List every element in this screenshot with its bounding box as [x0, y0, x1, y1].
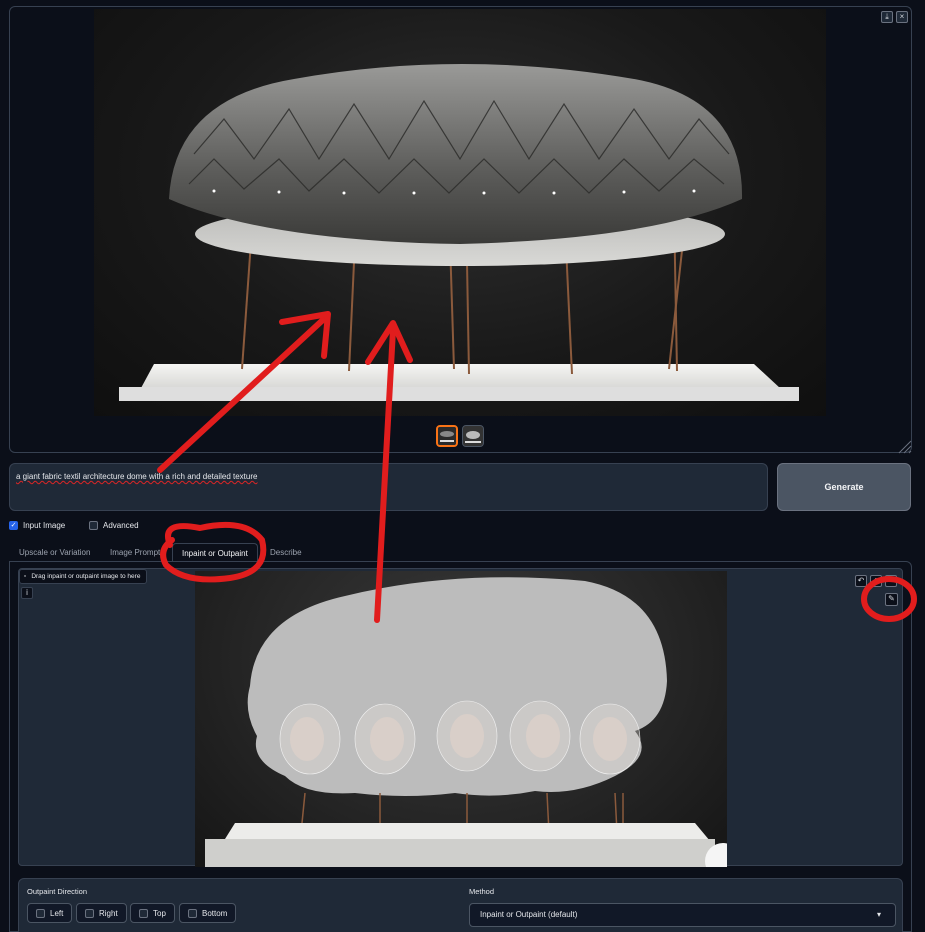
outpaint-bottom-checkbox[interactable]: Bottom — [179, 903, 237, 923]
image-gallery: ⤓ × — [9, 6, 912, 454]
close-icon[interactable]: × — [896, 11, 908, 23]
tab-image-prompt[interactable]: Image Prompt — [101, 543, 169, 562]
download-icon[interactable]: ⤓ — [881, 11, 893, 23]
input-image-label: Input Image — [23, 521, 66, 530]
outpaint-left-checkbox[interactable]: Left — [27, 903, 73, 923]
outpaint-options-panel: Outpaint Direction Left Right Top Bottom… — [18, 878, 903, 932]
info-icon[interactable]: i — [21, 587, 33, 599]
generate-button[interactable]: Generate — [777, 463, 911, 511]
image-icon: ▫ — [24, 573, 27, 580]
inpaint-tab-panel: ▫ Drag inpaint or outpaint image to here… — [9, 561, 912, 932]
undo-icon[interactable]: ↶ — [855, 575, 867, 587]
checkbox-unchecked-icon[interactable] — [89, 521, 98, 530]
gallery-thumbnail-1[interactable] — [436, 425, 458, 447]
advanced-label: Advanced — [103, 521, 139, 530]
method-title: Method — [469, 887, 495, 896]
chevron-down-icon: ▾ — [876, 910, 881, 919]
gallery-thumbnail-2[interactable] — [462, 425, 484, 447]
tab-upscale-or-variation[interactable]: Upscale or Variation — [10, 543, 99, 562]
tab-describe[interactable]: Describe — [261, 543, 311, 562]
clear-icon[interactable]: ◈ — [870, 575, 882, 587]
resize-handle-icon[interactable] — [895, 437, 915, 457]
close-editor-icon[interactable]: × — [885, 575, 897, 587]
outpaint-direction-title: Outpaint Direction — [27, 887, 88, 896]
outpaint-right-checkbox[interactable]: Right — [76, 903, 127, 923]
prompt-input[interactable]: a giant fabric textil architecture dome … — [9, 463, 768, 511]
tab-inpaint-or-outpaint[interactable]: Inpaint or Outpaint — [172, 543, 258, 562]
generated-image[interactable] — [94, 9, 826, 416]
advanced-checkbox[interactable]: Advanced — [89, 521, 139, 530]
checkbox-checked-icon[interactable]: ✓ — [9, 521, 18, 530]
drop-image-label: ▫ Drag inpaint or outpaint image to here — [19, 569, 148, 584]
method-select[interactable]: Inpaint or Outpaint (default) ▾ — [469, 903, 896, 927]
outpaint-top-checkbox[interactable]: Top — [130, 903, 175, 923]
input-image-checkbox[interactable]: ✓ Input Image — [9, 521, 65, 530]
inpaint-image-editor[interactable]: ▫ Drag inpaint or outpaint image to here… — [18, 568, 903, 867]
inpaint-input-image[interactable] — [195, 571, 727, 867]
brush-icon[interactable]: ✎ — [885, 593, 898, 606]
